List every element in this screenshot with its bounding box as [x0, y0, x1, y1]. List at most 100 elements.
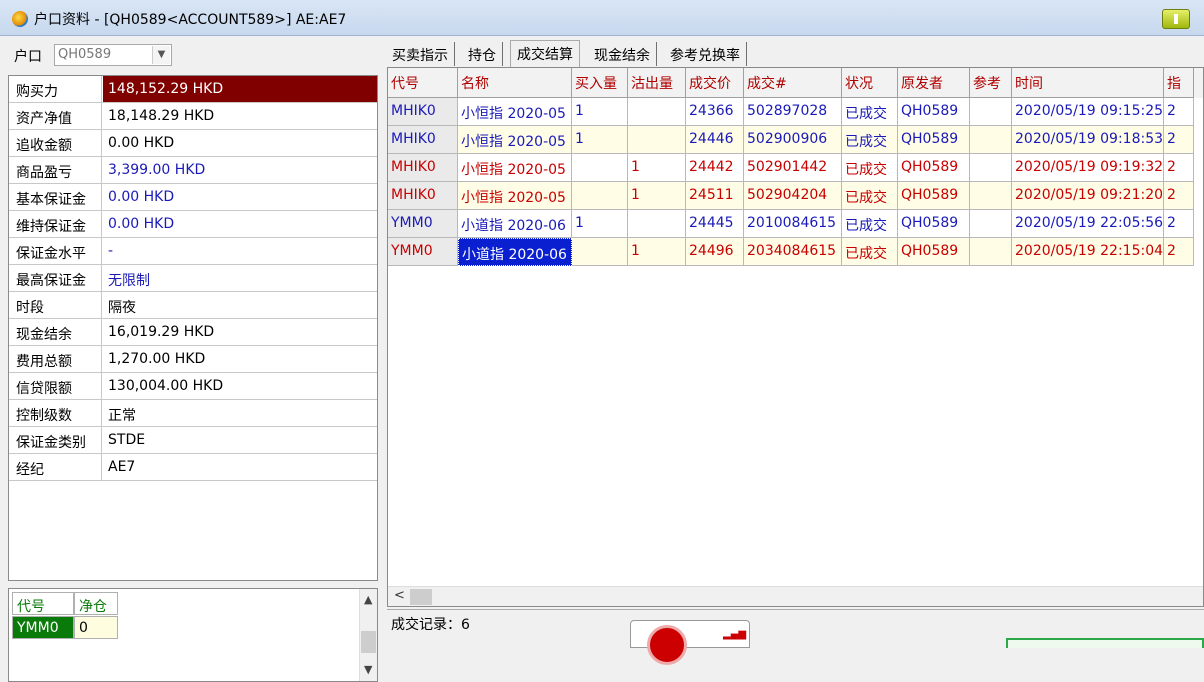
- trade-cell[interactable]: 2020/05/19 22:15:04: [1012, 238, 1164, 266]
- tab-1[interactable]: 持仓: [462, 42, 503, 66]
- column-header[interactable]: 原发者: [898, 68, 970, 98]
- tab-0[interactable]: 买卖指示: [386, 42, 455, 66]
- trade-cell[interactable]: MHIK0: [388, 98, 458, 126]
- table-row[interactable]: MHIK0 小恒指 2020-05 1 24511 502904204 已成交 QH0589…: [388, 182, 1203, 210]
- trade-cell[interactable]: 502900906: [744, 126, 842, 154]
- trade-cell[interactable]: QH0589: [898, 238, 970, 266]
- trade-cell[interactable]: 2020/05/19 09:15:25: [1012, 98, 1164, 126]
- column-header[interactable]: 状况: [842, 68, 898, 98]
- trade-cell[interactable]: MHIK0: [388, 182, 458, 210]
- trade-cell[interactable]: [628, 126, 686, 154]
- trade-cell[interactable]: 小恒指 2020-05: [458, 154, 572, 182]
- trade-cell[interactable]: 24446: [686, 126, 744, 154]
- trade-cell[interactable]: 1: [572, 126, 628, 154]
- chevron-down-icon[interactable]: ▼: [152, 46, 170, 64]
- column-header[interactable]: 沽出量: [628, 68, 686, 98]
- trade-cell[interactable]: 1: [628, 182, 686, 210]
- trade-cell[interactable]: [628, 98, 686, 126]
- trade-cell[interactable]: 已成交: [842, 210, 898, 238]
- trade-cell[interactable]: 2020/05/19 22:05:56: [1012, 210, 1164, 238]
- trades-hscrollbar[interactable]: <: [388, 586, 1203, 606]
- column-header[interactable]: 时间: [1012, 68, 1164, 98]
- trade-cell[interactable]: [970, 182, 1012, 210]
- column-header[interactable]: 成交#: [744, 68, 842, 98]
- taskbar-tray[interactable]: [1006, 638, 1204, 648]
- trade-cell[interactable]: QH0589: [898, 210, 970, 238]
- account-select[interactable]: QH0589 ▼: [54, 44, 172, 66]
- trade-cell[interactable]: 已成交: [842, 98, 898, 126]
- positions-cell[interactable]: 0: [74, 616, 118, 639]
- trade-cell[interactable]: YMM0: [388, 238, 458, 266]
- trade-cell[interactable]: 小道指 2020-06: [458, 210, 572, 238]
- scroll-down-icon[interactable]: ▼: [364, 663, 372, 676]
- trade-cell[interactable]: 2: [1164, 182, 1194, 210]
- tab-4[interactable]: 参考兑换率: [664, 42, 747, 66]
- table-row[interactable]: MHIK0 小恒指 2020-05 1 24366 502897028 已成交 QH0589…: [388, 98, 1203, 126]
- trade-cell[interactable]: 小恒指 2020-05: [458, 182, 572, 210]
- trade-cell[interactable]: [572, 154, 628, 182]
- trade-cell[interactable]: 已成交: [842, 238, 898, 266]
- column-header[interactable]: 名称: [458, 68, 572, 98]
- trade-cell[interactable]: 24496: [686, 238, 744, 266]
- trade-cell[interactable]: QH0589: [898, 98, 970, 126]
- column-header[interactable]: 代号: [388, 68, 458, 98]
- table-row[interactable]: YMM0 小道指 2020-06 1 24445 2010084615 已成交 QH0589…: [388, 210, 1203, 238]
- trade-cell[interactable]: 2010084615: [744, 210, 842, 238]
- trade-cell[interactable]: 2020/05/19 09:18:53: [1012, 126, 1164, 154]
- column-header[interactable]: 买入量: [572, 68, 628, 98]
- trade-cell[interactable]: 502904204: [744, 182, 842, 210]
- trade-cell[interactable]: 已成交: [842, 154, 898, 182]
- trade-cell[interactable]: 1: [628, 238, 686, 266]
- trade-cell[interactable]: 2: [1164, 154, 1194, 182]
- trade-cell[interactable]: QH0589: [898, 182, 970, 210]
- trade-cell[interactable]: QH0589: [898, 126, 970, 154]
- tab-3[interactable]: 现金结余: [588, 42, 657, 66]
- trade-cell[interactable]: [970, 210, 1012, 238]
- column-header[interactable]: 成交价: [686, 68, 744, 98]
- trade-cell[interactable]: 已成交: [842, 126, 898, 154]
- trade-cell[interactable]: 1: [628, 154, 686, 182]
- trade-cell[interactable]: 2: [1164, 126, 1194, 154]
- trade-cell[interactable]: 小恒指 2020-05: [458, 98, 572, 126]
- trade-cell[interactable]: [628, 210, 686, 238]
- column-header[interactable]: 指: [1164, 68, 1194, 98]
- table-row[interactable]: YMM0 小道指 2020-06 1 24496 2034084615 已成交 QH0589…: [388, 238, 1203, 266]
- hscroll-thumb[interactable]: [410, 589, 432, 605]
- table-row[interactable]: MHIK0 小恒指 2020-05 1 24446 502900906 已成交 QH0589…: [388, 126, 1203, 154]
- trade-cell[interactable]: [572, 182, 628, 210]
- trade-cell[interactable]: MHIK0: [388, 126, 458, 154]
- scroll-left-icon[interactable]: <: [394, 588, 405, 603]
- trade-cell[interactable]: [970, 98, 1012, 126]
- restore-button[interactable]: [1162, 9, 1190, 29]
- column-header[interactable]: 参考: [970, 68, 1012, 98]
- trade-cell[interactable]: 502901442: [744, 154, 842, 182]
- table-row[interactable]: MHIK0 小恒指 2020-05 1 24442 502901442 已成交 QH0589…: [388, 154, 1203, 182]
- tab-2[interactable]: 成交结算: [510, 40, 580, 67]
- trade-cell[interactable]: [572, 238, 628, 266]
- trade-cell[interactable]: 小道指 2020-06: [458, 238, 572, 266]
- trade-cell[interactable]: 24366: [686, 98, 744, 126]
- scroll-thumb[interactable]: [361, 631, 376, 653]
- trade-cell[interactable]: QH0589: [898, 154, 970, 182]
- trade-cell[interactable]: 2: [1164, 98, 1194, 126]
- trade-cell[interactable]: [970, 126, 1012, 154]
- trade-cell[interactable]: 24442: [686, 154, 744, 182]
- trade-cell[interactable]: [970, 238, 1012, 266]
- trade-cell[interactable]: 小恒指 2020-05: [458, 126, 572, 154]
- trade-cell[interactable]: MHIK0: [388, 154, 458, 182]
- trade-cell[interactable]: 502897028: [744, 98, 842, 126]
- positions-cell[interactable]: YMM0: [12, 616, 74, 639]
- trade-cell[interactable]: 2020/05/19 09:21:20: [1012, 182, 1164, 210]
- scroll-up-icon[interactable]: ▲: [364, 593, 372, 606]
- trade-cell[interactable]: 1: [572, 98, 628, 126]
- positions-scrollbar[interactable]: ▲ ▼: [359, 589, 377, 681]
- trade-cell[interactable]: 2: [1164, 210, 1194, 238]
- trade-cell[interactable]: 2034084615: [744, 238, 842, 266]
- trade-cell[interactable]: 24511: [686, 182, 744, 210]
- trade-cell[interactable]: 2020/05/19 09:19:32: [1012, 154, 1164, 182]
- trade-cell[interactable]: 1: [572, 210, 628, 238]
- taskbar-app-tab[interactable]: ▂▄▆: [630, 620, 750, 665]
- trade-cell[interactable]: YMM0: [388, 210, 458, 238]
- trade-cell[interactable]: 已成交: [842, 182, 898, 210]
- trade-cell[interactable]: [970, 154, 1012, 182]
